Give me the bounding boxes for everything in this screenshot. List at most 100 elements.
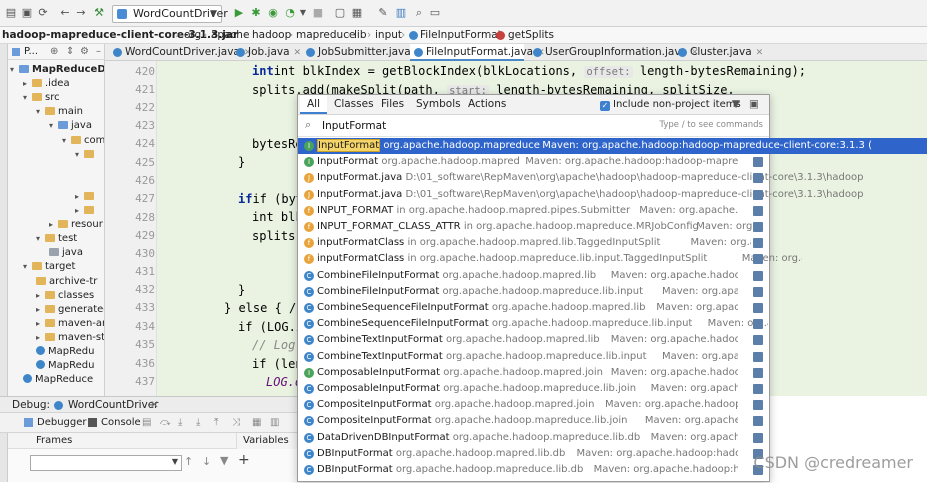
project-tree-item[interactable]: ▾ [75, 148, 97, 162]
search-result-item[interactable]: f inputFormatClass in org.apache.hadoop.m… [298, 251, 802, 267]
hide-icon[interactable]: – [96, 44, 101, 59]
back-icon[interactable]: ← [58, 6, 72, 20]
chevron-right-icon[interactable]: ▸ [36, 331, 45, 345]
project-view-selector[interactable]: P... [24, 44, 38, 59]
chevron-down-icon[interactable]: ▾ [62, 134, 71, 148]
search-result-item[interactable]: f INPUT_FORMAT_CLASS_ATTR in org.apache.h… [298, 219, 769, 235]
chevron-right-icon[interactable]: ▸ [49, 218, 58, 232]
chevron-down-icon[interactable]: ▾ [23, 260, 32, 274]
close-icon[interactable]: ✕ [150, 397, 159, 413]
project-tree-item[interactable]: ▸ resour [49, 218, 103, 232]
chevron-down-icon[interactable]: ▾ [10, 63, 19, 77]
tab-usergroupinformation[interactable]: UserGroupInformation.java ✕ [529, 44, 699, 61]
chevron-right-icon[interactable]: ▸ [75, 204, 84, 218]
project-tree-item[interactable]: java [49, 246, 83, 260]
layout-icon[interactable]: ▥ [270, 413, 279, 432]
project-tree-item[interactable]: ▾ src [23, 91, 60, 105]
profile-icon[interactable]: ◔ [283, 6, 297, 20]
project-tree-item[interactable]: MapRedu [36, 345, 94, 359]
tab-debugger[interactable]: Debugger [37, 413, 87, 432]
project-tree-item[interactable]: ▾ main [36, 105, 83, 119]
thread-select[interactable]: ▼ [30, 455, 182, 471]
step-into-icon[interactable]: ⤓ [178, 413, 182, 432]
tab-symbols[interactable]: Symbols [409, 95, 468, 114]
project-tree-item[interactable]: ▾ target [23, 260, 75, 274]
attach-icon[interactable]: ▢ [333, 6, 347, 20]
tab-jobsubmitter[interactable]: JobSubmitter.java✕ [302, 44, 422, 61]
project-tree-item[interactable]: ▸ maven-ar [36, 317, 104, 331]
tab-job[interactable]: Job.java ✕ [232, 44, 302, 61]
search-result-item[interactable]: f inputFormatClass in org.apache.hadoop.m… [298, 235, 769, 251]
chevron-down-icon[interactable]: ▾ [36, 232, 45, 246]
search-result-item[interactable]: f INPUT_FORMAT in org.apache.hadoop.mapre… [298, 203, 769, 219]
project-tree-item[interactable]: ▸ generated [36, 303, 104, 317]
chevron-down-icon[interactable]: ▾ [23, 91, 32, 105]
chevron-right-icon[interactable]: ▸ [36, 303, 45, 317]
project-structure-icon[interactable]: ▥ [394, 6, 408, 20]
filter-icon[interactable]: ▼ [732, 95, 740, 114]
open-in-window-icon[interactable]: ▣ [749, 95, 759, 114]
chevron-down-icon[interactable]: ▾ [49, 119, 58, 133]
search-result-item[interactable]: C ComposableInputFormat org.apache.hadoop… [298, 381, 769, 397]
breadcrumb-item[interactable]: getSplits [508, 27, 554, 43]
settings-gear-icon[interactable]: ⚙ [80, 44, 89, 59]
run-icon[interactable]: ▶ [232, 6, 246, 20]
project-tree-item[interactable]: MapReduce [23, 373, 93, 387]
tab-classes[interactable]: Classes [327, 95, 381, 114]
down-arrow-icon[interactable]: ↓ [202, 455, 211, 468]
locate-icon[interactable]: ⊕ [50, 44, 58, 59]
breadcrumb-item[interactable]: org [184, 27, 201, 43]
evaluate-icon[interactable]: ▦ [252, 413, 261, 432]
chevron-right-icon[interactable]: ▸ [75, 190, 84, 204]
project-tree-item[interactable]: ▸ [75, 190, 97, 204]
debug-session-tab[interactable]: WordCountDriver [68, 397, 158, 413]
step-out-icon[interactable]: ⤒ [214, 413, 218, 432]
project-tree-item[interactable]: ▾ java [49, 119, 92, 133]
project-tool-strip[interactable] [0, 44, 8, 396]
breadcrumb-item[interactable]: lib [354, 27, 367, 43]
run-to-cursor-icon[interactable]: ⤨ [232, 413, 240, 432]
project-tree-item[interactable]: ▾ MapReduceDe [10, 63, 104, 77]
coverage-icon[interactable]: ◉ [266, 6, 280, 20]
search-input[interactable] [322, 118, 622, 133]
save-all-icon[interactable]: ▣ [20, 6, 34, 20]
project-tree-item[interactable]: ▾ com [62, 134, 104, 148]
search-result-item[interactable]: J InputFormat.java D:\01_software\RepMave… [298, 170, 863, 186]
search-result-item[interactable]: C CompositeInputFormat org.apache.hadoop.… [298, 413, 769, 429]
close-icon[interactable]: ✕ [294, 48, 302, 58]
layout-icon[interactable]: ▭ [428, 6, 442, 20]
search-result-item[interactable]: I InputFormat org.apache.hadoop.mapred Mav… [298, 154, 769, 170]
project-tree-item[interactable]: ▸ [75, 204, 97, 218]
breadcrumb-item[interactable]: hadoop [252, 27, 291, 43]
wrench-icon[interactable]: ✎ [376, 6, 390, 20]
chevron-right-icon[interactable]: ▸ [23, 77, 32, 91]
tab-wordcountdriver[interactable]: WordCountDriver.java ✕ [109, 44, 251, 61]
project-tree-item[interactable]: archive-tr [36, 275, 97, 289]
tab-all[interactable]: All [300, 95, 328, 114]
search-result-item[interactable]: C CompositeInputFormat org.apache.hadoop.… [298, 397, 769, 413]
search-result-item[interactable]: I InputFormat org.apache.hadoop.mapreduce… [298, 138, 927, 154]
include-non-project-checkbox[interactable]: ✓ Include non-project items [600, 95, 741, 114]
layout-icon[interactable]: ▤ [142, 413, 151, 432]
breadcrumb-item[interactable]: input [375, 27, 402, 43]
tab-console[interactable]: Console [101, 413, 141, 432]
run-config-select[interactable]: WordCountDriver ▼ [112, 5, 228, 23]
sync-icon[interactable]: ⟳ [36, 6, 50, 20]
chevron-down-icon[interactable]: ▾ [36, 105, 45, 119]
tab-files[interactable]: Files [374, 95, 411, 114]
structure-icon[interactable]: ▦ [350, 6, 364, 20]
line-number-gutter[interactable]: 420 421 422 423 424 425 426 427 428 429 430 431 432 4… [105, 61, 157, 396]
stop-icon[interactable]: ■ [311, 6, 325, 20]
project-tree-item[interactable]: ▾ test [36, 232, 77, 246]
search-result-item[interactable]: C CombineFileInputFormat org.apache.hadoo… [298, 268, 769, 284]
search-result-item[interactable]: C DBInputFormat org.apache.hadoop.mapred.… [298, 446, 769, 462]
search-result-item[interactable]: C DBInputFormat org.apache.hadoop.mapredu… [298, 462, 769, 478]
tab-actions[interactable]: Actions [461, 95, 513, 114]
search-result-item[interactable]: C CombineTextInputFormat org.apache.hadoo… [298, 332, 769, 348]
search-result-item[interactable]: C DataDrivenDBInputFormat org.apache.hado… [298, 430, 769, 446]
search-result-item[interactable]: C CombineFileInputFormat org.apache.hadoo… [298, 284, 769, 300]
chevron-right-icon[interactable]: ▸ [36, 317, 45, 331]
tab-cluster[interactable]: Cluster.java ✕ [674, 44, 763, 61]
forward-icon[interactable]: → [74, 6, 88, 20]
build-hammer-icon[interactable]: ⚒ [92, 6, 106, 20]
